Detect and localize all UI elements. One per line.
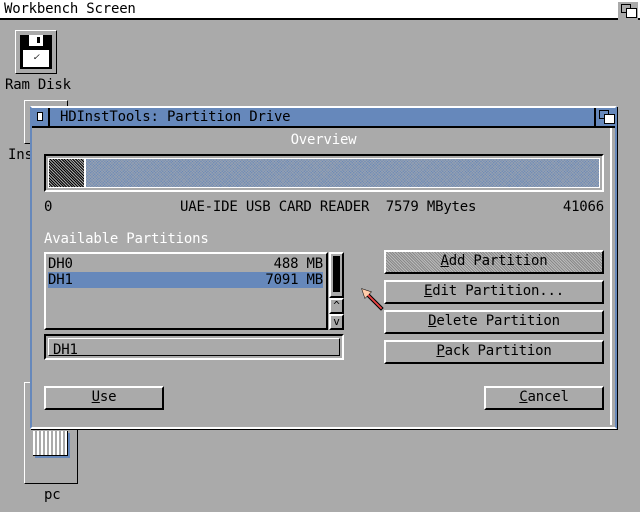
- window-border: [610, 128, 612, 425]
- cancel-button[interactable]: Cancel: [484, 386, 604, 410]
- use-button[interactable]: Use: [44, 386, 164, 410]
- overview-end-cylinder: 41066: [562, 199, 604, 215]
- screen-title-bar[interactable]: Workbench Screen: [0, 0, 640, 20]
- list-item[interactable]: DH0 488 MB: [48, 256, 323, 272]
- drive-icon: [33, 431, 68, 456]
- window-depth-gadget[interactable]: [594, 108, 615, 126]
- close-gadget-icon: [37, 112, 43, 121]
- ram-disk-icon[interactable]: ✓: [15, 30, 57, 74]
- scrollbar-knob[interactable]: [333, 256, 340, 292]
- partition-name-value: DH1: [53, 342, 78, 358]
- scroll-up-button[interactable]: ^: [329, 298, 344, 314]
- ram-disk-label[interactable]: Ram Disk: [5, 77, 71, 93]
- pack-partition-button[interactable]: Pack Partition: [384, 340, 604, 364]
- partition-name-field[interactable]: DH1: [44, 334, 344, 360]
- edit-partition-button[interactable]: Edit Partition...: [384, 280, 604, 304]
- overview-track: [48, 158, 600, 188]
- mouse-pointer-icon: [361, 288, 384, 311]
- partition-name: DH1: [48, 272, 73, 288]
- add-partition-button[interactable]: Add Partition: [384, 250, 604, 274]
- partition-name: DH0: [48, 256, 73, 272]
- list-item[interactable]: DH1 7091 MB: [48, 272, 323, 288]
- close-button[interactable]: [32, 108, 50, 126]
- partition-size: 488 MB: [273, 256, 324, 272]
- delete-partition-button[interactable]: Delete Partition: [384, 310, 604, 334]
- overview-heading: Overview: [290, 132, 357, 148]
- screen-title: Workbench Screen: [4, 1, 136, 17]
- partition-size: 7091 MB: [265, 272, 323, 288]
- overview-selected-segment[interactable]: [49, 159, 87, 187]
- window-title: HDInstTools: Partition Drive: [60, 109, 291, 125]
- window-title-bar[interactable]: HDInstTools: Partition Drive: [32, 108, 615, 128]
- inst-icon-label[interactable]: Ins: [8, 147, 33, 163]
- list-scrollbar[interactable]: [329, 252, 344, 298]
- arrow-down-icon: v: [333, 315, 340, 328]
- screen-depth-gadget[interactable]: [618, 2, 638, 20]
- overview-bar[interactable]: [44, 154, 604, 192]
- partition-drive-window: HDInstTools: Partition Drive Overview 0 …: [30, 106, 617, 429]
- arrow-up-icon: ^: [333, 299, 340, 312]
- scroll-down-button[interactable]: v: [329, 314, 344, 330]
- partition-list[interactable]: DH0 488 MB DH1 7091 MB: [44, 252, 328, 330]
- available-partitions-label: Available Partitions: [44, 231, 209, 247]
- pc-icon-label[interactable]: pc: [44, 487, 61, 503]
- floppy-disk-icon: ✓: [20, 35, 52, 69]
